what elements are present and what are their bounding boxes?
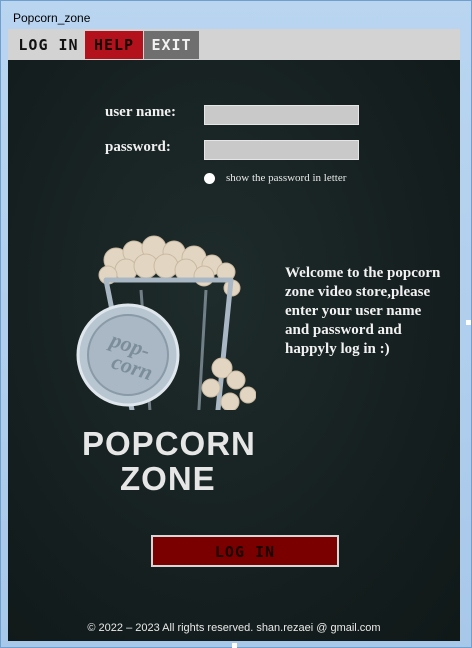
title-bar[interactable]: Popcorn_zone [1,1,471,29]
app-window: Popcorn_zone LOG IN HELP EXIT user name:… [0,0,472,648]
welcome-text: Welcome to the popcorn zone video store,… [285,265,441,357]
window-title: Popcorn_zone [13,11,91,25]
password-input[interactable] [204,140,359,160]
show-password-radio[interactable] [204,173,215,184]
login-button[interactable]: LOG IN [151,535,339,567]
username-label: user name: [105,104,176,120]
logo-word-popcorn: POPCORN [82,425,256,462]
client-area: LOG IN HELP EXIT user name: password: sh… [8,29,460,641]
window-resize-handle-bottom[interactable] [232,643,237,648]
password-label: password: [105,139,171,155]
menu-help[interactable]: HELP [85,31,143,59]
menu-login[interactable]: LOG IN [14,31,83,59]
logo-word-zone: ZONE [120,460,216,497]
show-password-label: show the password in letter [226,172,347,184]
login-panel: user name: password: show the password i… [8,60,460,641]
menu-bar: LOG IN HELP EXIT [8,29,460,60]
footer-copyright: © 2022 – 2023 All rights reserved. shan.… [87,622,381,634]
window-resize-handle-right[interactable] [466,320,471,325]
username-input[interactable] [204,105,359,125]
popcorn-logo-icon: pop- corn [76,235,256,410]
menu-exit[interactable]: EXIT [144,31,199,59]
